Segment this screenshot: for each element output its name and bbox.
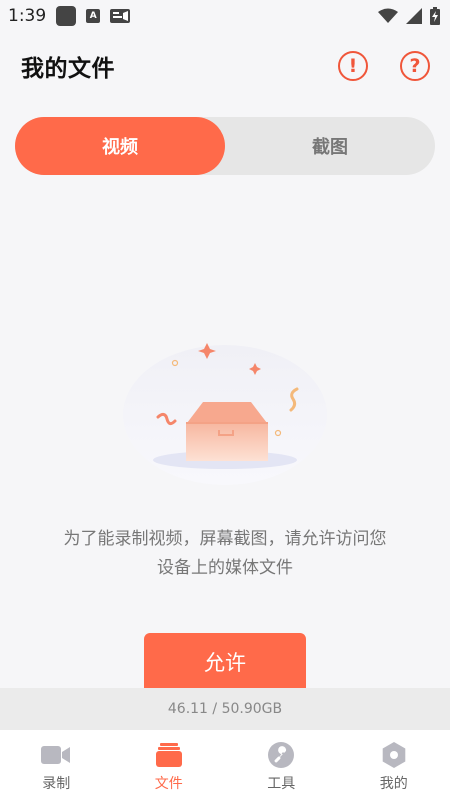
page-title: 我的文件 [21,56,115,82]
empty-box-illustration [123,343,327,485]
help-button[interactable]: ? [400,51,430,81]
battery-icon [430,7,440,25]
nav-record[interactable]: 录制 [0,730,113,800]
video-notification-icon [110,9,131,23]
allow-button[interactable]: 允许 [144,633,306,695]
info-button[interactable]: ! [338,51,368,81]
media-type-tabs: 视频 截图 [15,117,435,175]
nav-label: 文件 [154,776,183,792]
nav-label: 工具 [267,776,296,792]
status-bar: 1:39 A [0,0,450,32]
nav-mine[interactable]: 我的 [338,730,450,800]
nav-label: 录制 [42,776,71,792]
cell-signal-icon [406,8,422,24]
nav-tools[interactable]: 工具 [225,730,338,800]
status-time: 1:39 [8,6,47,26]
permission-message: 为了能录制视频，屏幕截图，请允许访问您设备上的媒体文件 [63,529,387,578]
font-notification-icon: A [86,9,101,23]
wifi-icon [378,8,398,23]
question-icon: ? [409,55,421,77]
app-header: 我的文件 ! ? [0,40,450,92]
storage-usage: 46.11 / 50.90GB [0,688,450,730]
tab-screenshot[interactable]: 截图 [225,117,435,175]
nav-label: 我的 [379,776,408,792]
nav-files[interactable]: 文件 [113,730,226,800]
folder-stack-icon [154,742,184,768]
exclamation-icon: ! [348,55,358,77]
tab-video[interactable]: 视频 [15,117,225,175]
bottom-nav: 录制 文件 工具 我的 [0,730,450,800]
app-notification-icon [56,6,77,26]
wrench-icon [266,742,296,768]
video-camera-icon [41,742,71,768]
hexagon-user-icon [379,742,409,768]
